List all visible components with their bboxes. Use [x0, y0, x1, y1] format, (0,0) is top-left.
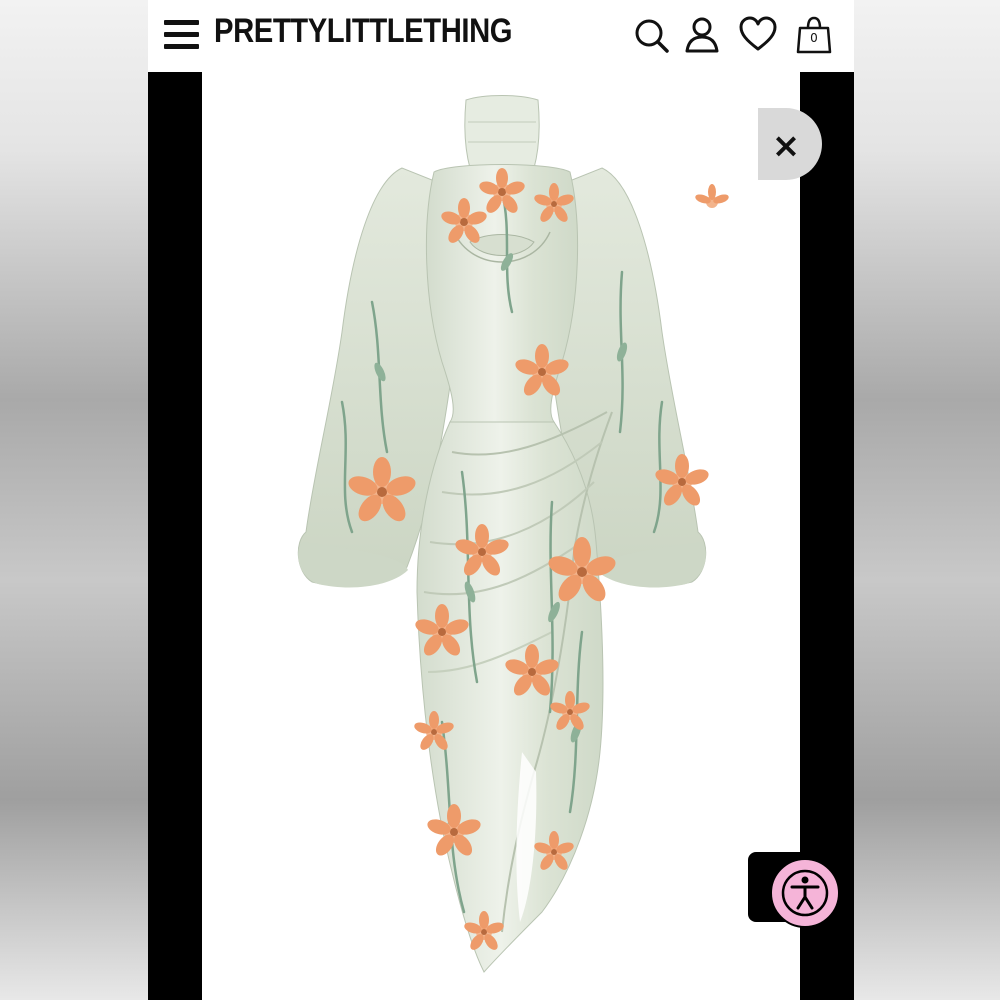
close-icon[interactable]: ×: [766, 124, 806, 168]
shopping-bag-icon[interactable]: 0: [794, 14, 834, 56]
search-icon[interactable]: [632, 14, 672, 56]
hamburger-menu-icon[interactable]: [164, 18, 200, 50]
accessibility-person-icon[interactable]: [770, 858, 840, 928]
phone-screen: PRETTYLITTLETHING 0 ×: [148, 0, 854, 1000]
heart-icon[interactable]: [738, 14, 778, 56]
accessibility-button[interactable]: [748, 852, 840, 928]
user-icon[interactable]: [682, 14, 722, 56]
site-header: PRETTYLITTLETHING 0: [148, 0, 854, 72]
cart-count-badge: 0: [810, 31, 818, 45]
brand-logo[interactable]: PRETTYLITTLETHING: [214, 12, 513, 51]
product-image: [297, 95, 729, 973]
product-image-panel[interactable]: [202, 72, 800, 1000]
